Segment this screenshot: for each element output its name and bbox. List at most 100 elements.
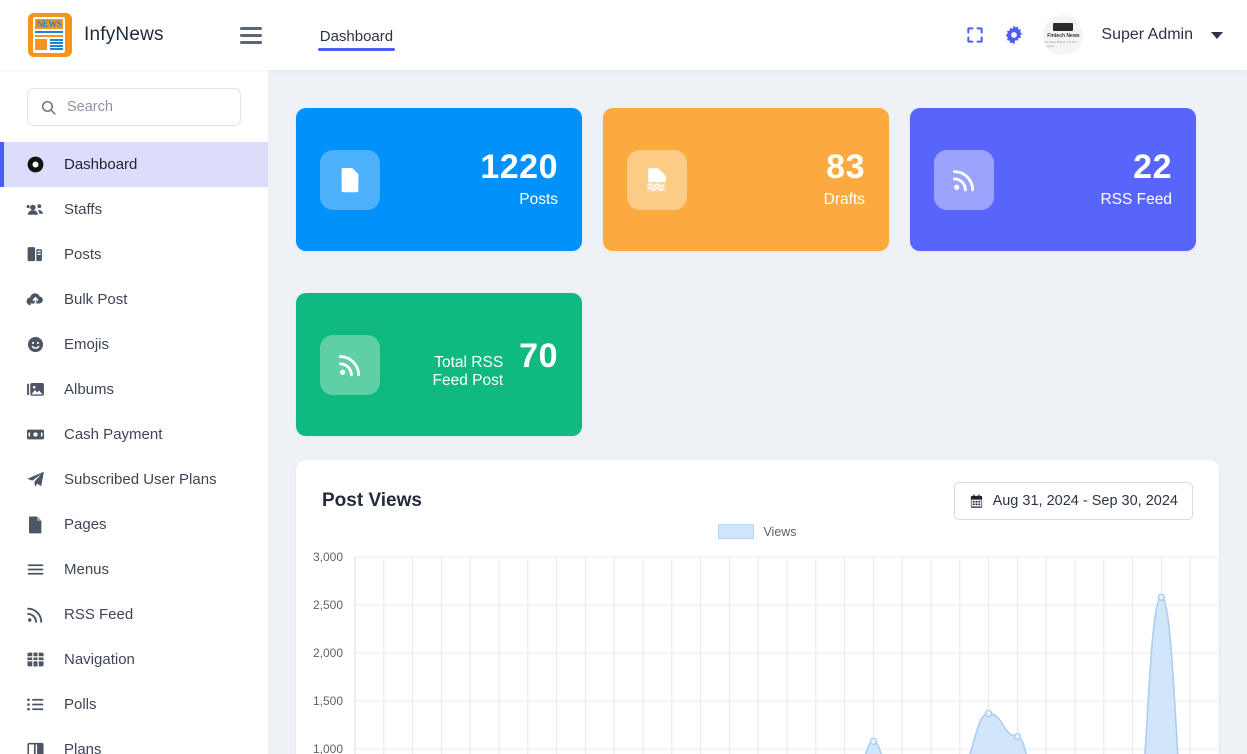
draft-icon: [646, 167, 666, 192]
images-icon: [24, 379, 46, 400]
stat-card-rss-feed[interactable]: 22 RSS Feed: [910, 108, 1196, 251]
chart-y-tick: 2,500: [312, 598, 343, 612]
stat-card-value: 70: [519, 337, 558, 375]
sidebar-item-label: Plans: [64, 741, 102, 754]
sidebar-search-wrap: [0, 70, 268, 142]
list-ul-icon: [24, 694, 46, 715]
sidebar-item-bulk-post[interactable]: Bulk Post: [0, 277, 268, 322]
avatar-subtitle: The Daily Brand / Of The Insights: [1043, 39, 1077, 48]
avatar-title: Fintech News: [1047, 32, 1080, 39]
sidebar: Dashboard Staffs Posts Bulk Post Emojis Album…: [0, 70, 268, 754]
main-content: 1220 Posts 83 Drafts 22 RSS Feed 70 Total RSS F…: [268, 70, 1247, 754]
stat-card-icon-box: [627, 149, 687, 210]
chart-y-axis: 3,000 2,500 2,000 1,500 1,000: [296, 544, 343, 754]
chart-svg: [354, 556, 1219, 754]
stat-card-posts[interactable]: 1220 Posts: [296, 108, 582, 251]
sidebar-item-rss-feed[interactable]: RSS Feed: [0, 592, 268, 637]
logo-news-word: NEWS: [35, 19, 63, 29]
rss-icon: [24, 604, 46, 625]
sidebar-item-polls[interactable]: Polls: [0, 682, 268, 727]
smiley-icon: [24, 334, 46, 355]
chart-y-tick: 3,000: [312, 550, 343, 564]
file-icon: [24, 514, 46, 535]
stat-card-text: 1220 Posts: [480, 147, 558, 210]
calendar-icon: [970, 494, 982, 508]
sidebar-item-label: Menus: [64, 561, 110, 578]
list-lines-icon: [24, 559, 46, 580]
sidebar-item-albums[interactable]: Albums: [0, 367, 268, 412]
stat-card-icon-box: [320, 149, 380, 210]
stat-card-label: RSS Feed: [1100, 191, 1172, 209]
hamburger-icon[interactable]: [239, 26, 262, 44]
top-header-bar: NEWS InfyNews Dashboard Fintech News The…: [0, 0, 1247, 70]
sidebar-item-label: Posts: [64, 246, 102, 263]
chart-legend: Views: [296, 524, 1219, 539]
tab-dashboard[interactable]: Dashboard: [317, 4, 396, 67]
sidebar-item-label: Navigation: [64, 651, 135, 668]
document-icon: [341, 167, 359, 192]
chart-y-tick: 2,000: [312, 646, 343, 660]
legend-swatch-views: [718, 524, 755, 539]
stat-cards-row: 1220 Posts 83 Drafts 22 RSS Feed 70 Total RSS F…: [268, 70, 1247, 436]
rss-icon: [953, 169, 975, 191]
gear-icon[interactable]: [1003, 24, 1025, 46]
search-icon: [41, 100, 56, 115]
infynews-logo-icon: NEWS: [28, 13, 72, 57]
sidebar-item-cash-payment[interactable]: Cash Payment: [0, 412, 268, 457]
dashboard-icon: [24, 154, 46, 175]
sidebar-item-plans[interactable]: Plans: [0, 727, 268, 754]
rss-icon: [339, 354, 361, 376]
users-icon: [24, 199, 46, 220]
sidebar-item-label: Polls: [64, 696, 97, 713]
sidebar-item-emojis[interactable]: Emojis: [0, 322, 268, 367]
sidebar-item-pages[interactable]: Pages: [0, 502, 268, 547]
sidebar-item-label: Albums: [64, 381, 115, 398]
grid-icon: [24, 649, 46, 670]
sidebar-item-label: Emojis: [64, 336, 110, 353]
chevron-down-icon[interactable]: [1211, 31, 1223, 39]
chart-y-tick: 1,000: [312, 742, 343, 754]
sidebar-item-label: RSS Feed: [64, 606, 134, 623]
stat-card-drafts[interactable]: 83 Drafts: [603, 108, 889, 251]
header-right-group: Fintech News The Daily Brand / Of The In…: [965, 15, 1223, 55]
brand-logo-group[interactable]: NEWS InfyNews: [28, 13, 164, 57]
search-input[interactable]: [67, 99, 237, 115]
stat-card-text: 70 Total RSS Feed Post: [410, 337, 558, 390]
sidebar-item-dashboard[interactable]: Dashboard: [0, 142, 268, 187]
sidebar-item-label: Staffs: [64, 201, 103, 218]
fullscreen-icon[interactable]: [965, 25, 985, 45]
sidebar-item-label: Pages: [64, 516, 107, 533]
sidebar-item-label: Subscribed User Plans: [64, 471, 217, 488]
stat-card-total-rss-feed-post[interactable]: 70 Total RSS Feed Post: [296, 293, 582, 436]
user-name[interactable]: Super Admin: [1101, 26, 1193, 44]
sidebar-item-menus[interactable]: Menus: [0, 547, 268, 592]
avatar[interactable]: Fintech News The Daily Brand / Of The In…: [1043, 15, 1084, 55]
chart-plot-area[interactable]: 3,000 2,500 2,000 1,500 1,000: [296, 544, 1219, 754]
cloud-upload-icon: [24, 289, 46, 310]
sidebar-item-label: Dashboard: [64, 156, 138, 173]
sidebar-menu-list: Dashboard Staffs Posts Bulk Post Emojis Album…: [0, 142, 268, 754]
paper-plane-icon: [24, 469, 46, 490]
stat-card-icon-box: [320, 334, 380, 395]
sidebar-item-navigation[interactable]: Navigation: [0, 637, 268, 682]
brand-name: InfyNews: [84, 24, 164, 45]
legend-label-views: Views: [763, 524, 797, 539]
chart-y-tick: 1,500: [312, 694, 343, 708]
sidebar-item-staffs[interactable]: Staffs: [0, 187, 268, 232]
stat-card-text: 22 RSS Feed: [1100, 149, 1172, 210]
stat-card-label: Total RSS Feed Post: [432, 354, 504, 389]
stat-card-label: Drafts: [823, 191, 865, 209]
sidebar-item-posts[interactable]: Posts: [0, 232, 268, 277]
sidebar-item-label: Cash Payment: [64, 426, 163, 443]
sidebar-item-subscribed-user-plans[interactable]: Subscribed User Plans: [0, 457, 268, 502]
date-range-picker[interactable]: Aug 31, 2024 - Sep 30, 2024: [953, 482, 1193, 520]
search-box[interactable]: [27, 88, 241, 126]
stat-card-icon-box: [934, 149, 994, 210]
money-icon: [24, 424, 46, 445]
sidebar-item-label: Bulk Post: [64, 291, 128, 308]
stat-card-label: Posts: [519, 191, 558, 209]
stat-card-text: 83 Drafts: [823, 149, 865, 210]
stat-card-value: 1220: [480, 147, 558, 186]
post-views-panel: Post Views Aug 31, 2024 - Sep 30, 2024 V…: [296, 460, 1219, 754]
chart-header: Post Views Aug 31, 2024 - Sep 30, 2024: [296, 460, 1219, 520]
